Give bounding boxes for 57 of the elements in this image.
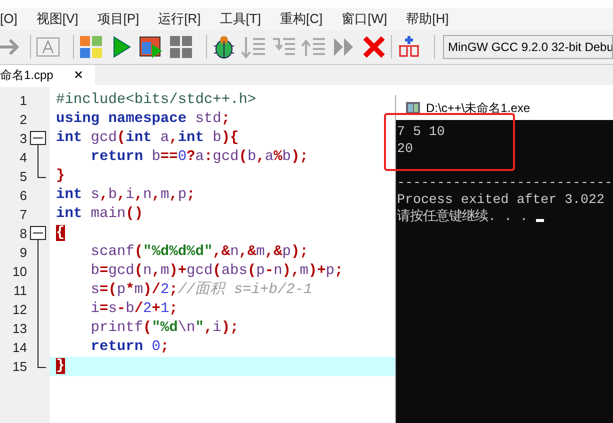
code-line: printf("%d\n",i); — [90, 319, 239, 338]
code-line: b=gcd(n,m)+gcd(abs(p-n),m)+p; — [90, 262, 344, 281]
line-number: 2 — [18, 110, 28, 129]
menu-item[interactable]: [O] — [0, 9, 18, 29]
tab-label: 命名1.cpp — [0, 67, 54, 84]
compile-run-icon[interactable] — [138, 34, 164, 60]
line-number: 9 — [18, 244, 28, 262]
code-line: int gcd(int a,int b){ — [56, 129, 239, 148]
fold-toggle-icon[interactable] — [30, 131, 46, 148]
code-line: i=s-b/2+1; — [90, 300, 178, 319]
line-number: 12 — [12, 300, 28, 319]
line-number: 8 — [18, 224, 28, 243]
bug-icon[interactable] — [211, 34, 237, 60]
code-line: int s,b,i,n,m,p; — [56, 186, 196, 205]
fold-end-icon — [37, 167, 46, 178]
console-separator: --------------------------- — [397, 174, 612, 191]
file-tab[interactable]: 命名1.cpp ✕ — [0, 65, 96, 85]
line-number: 6 — [18, 186, 28, 205]
code-line: return 0; — [90, 338, 170, 357]
code-line: using namespace std; — [56, 110, 230, 129]
stop-icon[interactable] — [361, 34, 387, 60]
line-number: 5 — [18, 168, 28, 186]
menu-item[interactable]: 项目[P] — [97, 9, 140, 29]
fold-toggle-icon[interactable] — [30, 226, 46, 243]
line-number: 15 — [12, 358, 28, 376]
line-number: 11 — [12, 282, 28, 300]
code-line: scanf("%d%d%d",&n,&m,&p); — [90, 243, 308, 262]
code-line: return b==0?a:gcd(b,a%b); — [90, 148, 308, 167]
code-line: s=(p*m)/2;//面积 s=i+b/2-1 — [90, 281, 312, 300]
rebuild-grid-icon[interactable] — [168, 34, 194, 60]
line-number: 3 — [18, 130, 28, 148]
compile-grid-icon[interactable] — [78, 34, 104, 60]
menu-item[interactable]: 工具[T] — [220, 9, 261, 29]
code-line: } — [56, 167, 65, 186]
menu-item[interactable]: 视图[V] — [36, 9, 78, 29]
code-line: #include<bits/stdc++.h> — [56, 91, 256, 110]
line-number: 4 — [18, 148, 28, 167]
line-number: 13 — [12, 320, 28, 338]
console-status-line: 请按任意键继续. . . — [397, 208, 529, 225]
code-line: int main() — [56, 205, 144, 224]
console-status-line: Process exited after 3.022 — [397, 191, 604, 208]
line-number: 7 — [18, 206, 28, 224]
line-number: 14 — [12, 338, 28, 357]
console-output-line: 20 — [397, 140, 413, 157]
line-number: 10 — [12, 262, 28, 281]
line-number: 1 — [18, 92, 28, 110]
glasses-icon[interactable] — [396, 34, 422, 60]
console-app-icon — [406, 102, 420, 114]
menu-item[interactable]: 运行[R] — [158, 9, 201, 29]
fold-line-icon — [37, 148, 39, 167]
tab-close-button[interactable]: ✕ — [73, 66, 84, 84]
fold-end-icon — [37, 357, 46, 368]
console-output-line: 7 5 10 — [397, 123, 445, 140]
menu-item[interactable]: 帮助[H] — [406, 9, 449, 29]
menu-item[interactable]: 窗口[W] — [342, 9, 388, 29]
console-title: D:\c++\未命名1.exe — [426, 100, 530, 116]
menu-item[interactable]: 重构[C] — [280, 9, 323, 29]
